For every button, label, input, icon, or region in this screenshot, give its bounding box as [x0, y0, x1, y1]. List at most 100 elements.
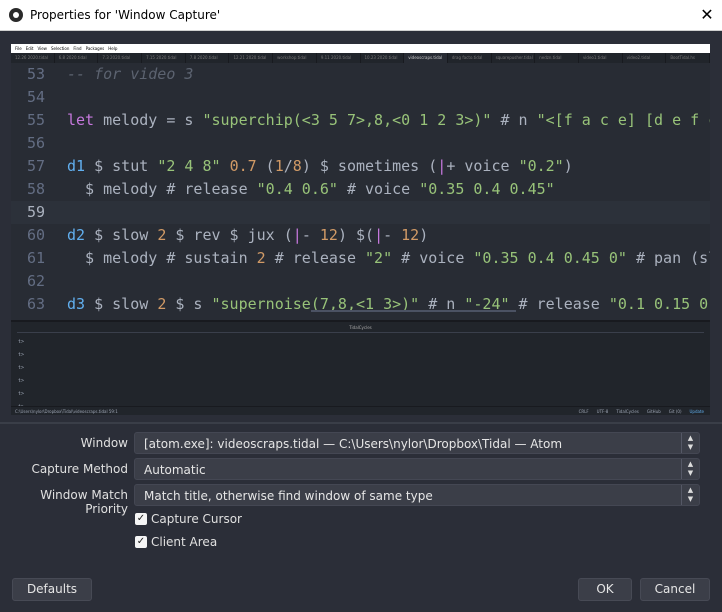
line-number: 53: [26, 65, 45, 83]
capture-cursor-checkbox[interactable]: ✓: [135, 513, 147, 525]
code-token: $ stut: [85, 157, 158, 175]
editor-tab: 7.3 2020.tidal: [98, 53, 143, 63]
code-line: 54: [11, 86, 710, 109]
capture-method-label: Capture Method: [31, 462, 128, 476]
code-token: 8: [292, 157, 302, 175]
editor-tab: video1.tidal: [579, 53, 623, 63]
match-priority-label: Window Match Priority: [40, 488, 128, 516]
status-item: TidalCycles: [616, 409, 639, 414]
code-token: 1: [274, 157, 284, 175]
editor-tab: 10.23 2020.tidal: [361, 53, 405, 63]
preview-horizontal-scrollbar: [311, 310, 516, 312]
menu-item: View: [37, 46, 47, 51]
capture-cursor-label[interactable]: Capture Cursor: [151, 512, 242, 526]
preview-code-editor: 53 -- for video 3 54 55 let melody = s "supe…: [11, 63, 710, 313]
code-text: $ melody # release "0.4 0.6" # voice "0.…: [67, 178, 555, 201]
code-line: 58 $ melody # release "0.4 0.6" # voice …: [11, 178, 710, 201]
close-icon[interactable]: ✕: [697, 5, 717, 25]
preview-tabbar: 12.26 2020.tidal 6.8 2020.tidal 7.3 2020.t…: [11, 53, 710, 63]
preview-divider: [0, 422, 722, 424]
menu-item: File: [15, 46, 22, 51]
menu-item: Help: [108, 46, 118, 51]
window-select[interactable]: [atom.exe]: videoscraps.tidal — C:\Users…: [134, 432, 700, 454]
code-token: "0.4 0.6": [256, 180, 338, 198]
code-token: # voice: [392, 249, 474, 267]
code-token: -: [383, 226, 402, 244]
window-select-value: [atom.exe]: videoscraps.tidal — C:\Users…: [144, 437, 563, 451]
editor-tab: 12.21 2020.tidal: [229, 53, 274, 63]
title-bar: Properties for 'Window Capture' ✕: [0, 0, 722, 31]
code-token: "2": [365, 249, 393, 267]
line-number: 55: [26, 111, 45, 129]
capture-method-value: Automatic: [144, 463, 206, 477]
match-priority-value: Match title, otherwise find window of sa…: [144, 489, 433, 503]
console-prompt: t>: [18, 352, 25, 358]
editor-tab: BootTidal.hs: [666, 53, 710, 63]
console-title: TidalCycles: [349, 325, 372, 330]
code-token: |: [437, 157, 447, 175]
code-line: 62: [11, 270, 710, 293]
code-text: d2 $ slow 2 $ rev $ jux (|- 12) $(|- 12): [67, 224, 428, 247]
line-number: 59: [26, 203, 45, 221]
line-number: 57: [26, 157, 45, 175]
console-prompt: t>: [18, 339, 25, 345]
capture-preview: File Edit View Selection Find Packages Help 12…: [11, 44, 710, 415]
capture-method-select[interactable]: Automatic ▲ ▼: [134, 458, 700, 480]
status-right-items: CRLF UTF-8 TidalCycles GitHub Git (0) Update: [571, 407, 704, 415]
code-line: 59: [11, 201, 710, 224]
code-token: /: [283, 157, 293, 175]
code-token: $ melody # sustain: [67, 249, 257, 267]
status-item: Git (0): [668, 409, 682, 414]
code-text: d1 $ stut "2 4 8" 0.7 (1/8) $ sometimes …: [67, 155, 573, 178]
code-token: melody = s: [94, 111, 203, 129]
window-label: Window: [80, 436, 128, 450]
code-token: + voice: [446, 157, 519, 175]
code-token: -: [301, 226, 320, 244]
defaults-button[interactable]: Defaults: [12, 578, 92, 601]
code-token: d2: [67, 226, 86, 244]
console-divider: [17, 332, 704, 333]
code-token: # n: [491, 111, 537, 129]
line-number: 61: [26, 249, 45, 267]
console-prompt: t>: [18, 378, 25, 384]
code-token: 2: [157, 295, 167, 313]
code-token: let: [67, 111, 95, 129]
updown-arrows-icon: ▲ ▼: [681, 459, 699, 479]
editor-tab: 6.8 2020.tidal: [55, 53, 99, 63]
code-token: "<[f a c e] [d e f c]>": [536, 111, 710, 129]
line-number: 56: [26, 134, 45, 152]
code-line: 53 -- for video 3: [11, 63, 710, 86]
code-token: ) $ sometimes (: [301, 157, 438, 175]
code-token: (: [256, 157, 275, 175]
code-token: |: [374, 226, 384, 244]
preview-console: TidalCycles t>t>t>t>t>t>: [11, 320, 710, 410]
code-text: -- for video 3: [67, 63, 193, 86]
code-token: $ melody # release: [67, 180, 257, 198]
code-token: "2 4 8": [157, 157, 221, 175]
editor-tab: nedzn.tidal: [535, 53, 579, 63]
code-line: 56: [11, 132, 710, 155]
ok-button[interactable]: OK: [578, 578, 632, 601]
console-prompts: t>t>t>t>t>t>: [18, 336, 24, 414]
code-token: $ slow: [85, 295, 158, 313]
editor-tab: drag facto.tidal: [448, 53, 492, 63]
code-token: 12: [401, 226, 420, 244]
client-area-label[interactable]: Client Area: [151, 535, 217, 549]
status-item: Update: [689, 409, 705, 414]
line-number: 62: [26, 272, 45, 290]
editor-tab: 7.8 2020.tidal: [186, 53, 230, 63]
editor-tab: videoscraps.tidal: [404, 53, 448, 63]
code-token: $ s: [166, 295, 212, 313]
code-token: "0.35 0.4 0.45": [419, 180, 555, 198]
match-priority-select[interactable]: Match title, otherwise find window of sa…: [134, 484, 700, 506]
editor-tab: 9.11 2020.tidal: [317, 53, 361, 63]
cancel-button[interactable]: Cancel: [640, 578, 710, 601]
code-token: ): [563, 157, 573, 175]
client-area-checkbox[interactable]: ✓: [135, 536, 147, 548]
code-token: $ slow: [85, 226, 158, 244]
line-number: 60: [26, 226, 45, 244]
line-number: 54: [26, 88, 45, 106]
updown-arrows-icon: ▲ ▼: [681, 485, 699, 505]
window-title: Properties for 'Window Capture': [30, 8, 221, 22]
